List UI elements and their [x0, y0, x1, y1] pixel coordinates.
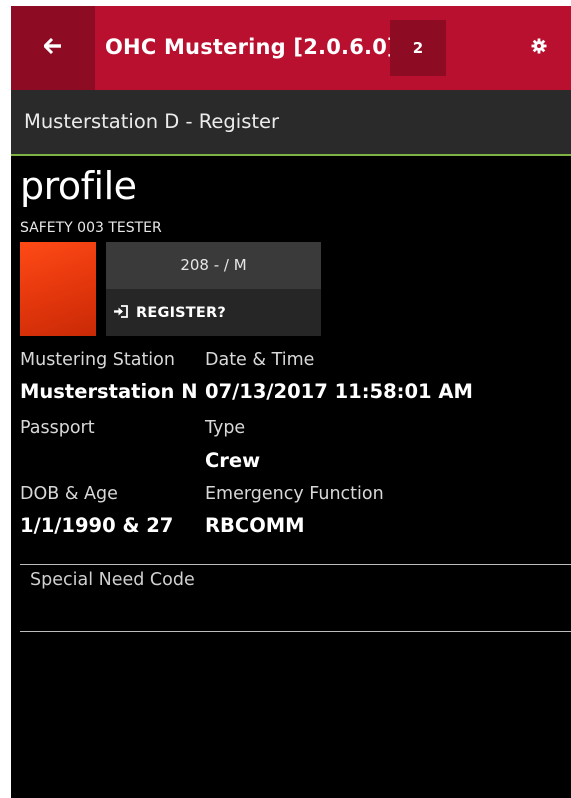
profile-name: SAFETY 003 TESTER: [20, 220, 162, 236]
divider-top: [20, 564, 571, 565]
page-subheader: Musterstation D - Register: [11, 90, 571, 156]
register-label: REGISTER?: [136, 304, 226, 321]
emergency-function-value: RBCOMM: [205, 514, 305, 537]
register-button[interactable]: REGISTER?: [106, 289, 321, 336]
notification-badge[interactable]: 2: [390, 20, 446, 76]
mustering-station-label: Mustering Station: [20, 350, 175, 370]
back-button[interactable]: [11, 6, 95, 90]
profile-id-line: 208 - / M: [106, 242, 321, 289]
dob-age-label: DOB & Age: [20, 484, 118, 504]
type-value: Crew: [205, 449, 261, 472]
divider-bottom: [20, 631, 571, 632]
emergency-function-label: Emergency Function: [205, 484, 384, 504]
page-title: Musterstation D - Register: [24, 110, 280, 133]
passport-label: Passport: [20, 418, 95, 438]
profile-photo: [20, 242, 96, 336]
app-title: OHC Mustering [2.0.6.0]: [105, 35, 397, 59]
type-label: Type: [205, 418, 246, 438]
special-need-code-label: Special Need Code: [30, 570, 195, 590]
settings-button[interactable]: [507, 6, 571, 90]
profile-heading: profile: [20, 164, 137, 208]
gear-icon: [531, 38, 547, 58]
app-window: OHC Mustering [2.0.6.0] 2 Musterstation …: [11, 6, 571, 798]
sign-in-icon: [113, 303, 128, 322]
mustering-station-value: Musterstation N: [20, 380, 198, 403]
arrow-left-icon: [42, 37, 62, 58]
date-time-value: 07/13/2017 11:58:01 AM: [205, 380, 473, 403]
dob-age-value: 1/1/1990 & 27: [20, 514, 174, 537]
app-header: OHC Mustering [2.0.6.0] 2: [11, 6, 571, 90]
date-time-label: Date & Time: [205, 350, 315, 370]
